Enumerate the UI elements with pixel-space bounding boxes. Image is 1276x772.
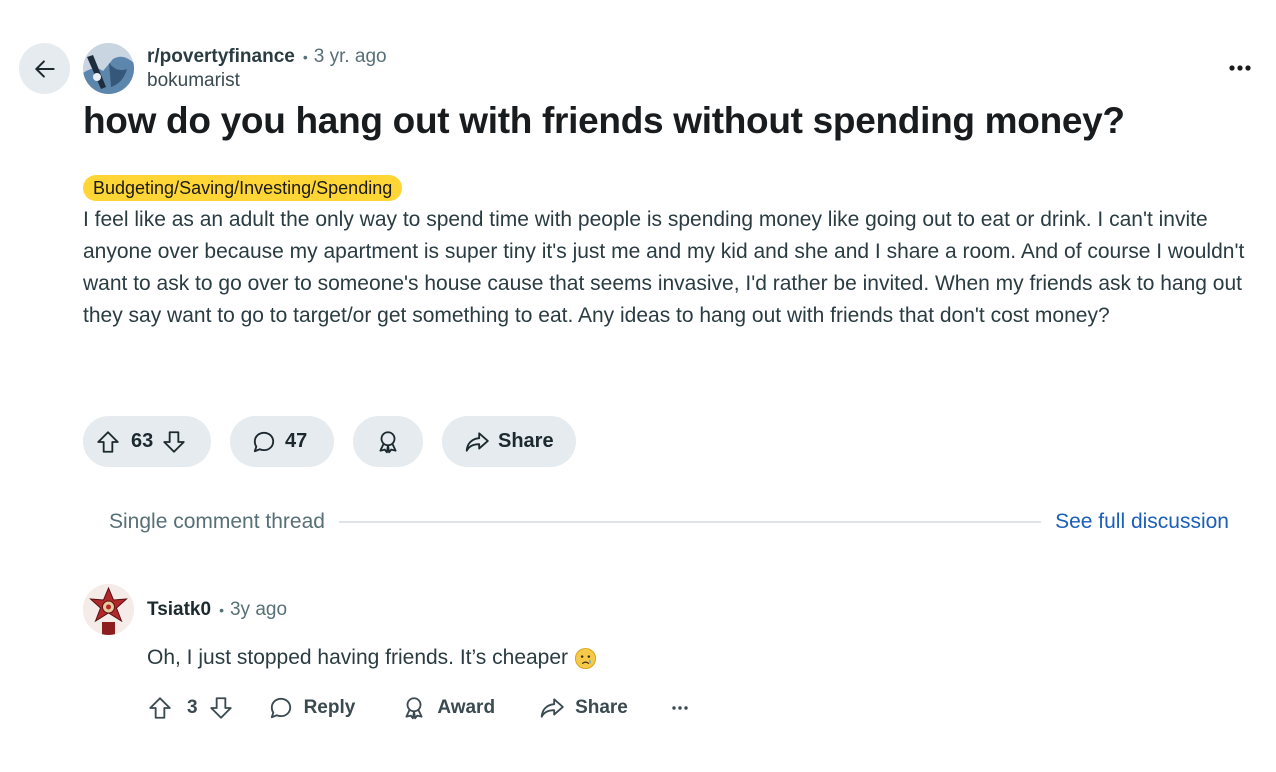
more-horizontal-icon <box>672 706 688 710</box>
thread-divider <box>338 521 1042 523</box>
post-body: I feel like as an adult the only way to … <box>83 208 1245 327</box>
comment-author[interactable]: Tsiatk0 <box>147 599 211 621</box>
post-author[interactable]: bokumarist <box>147 70 240 92</box>
upvote-arrow-icon <box>97 430 119 453</box>
comment-downvote-button[interactable] <box>208 695 234 721</box>
reply-label: Reply <box>303 697 356 718</box>
back-button[interactable] <box>19 43 70 94</box>
award-icon <box>379 430 397 453</box>
comment-bubble-icon <box>270 697 291 719</box>
upvote-arrow-icon <box>149 697 171 719</box>
thread-bar: Single comment thread See full discussio… <box>109 506 1229 538</box>
upvote-button[interactable] <box>95 429 121 455</box>
thread-label: Single comment thread <box>109 510 325 533</box>
comment-bubble-icon <box>253 431 275 452</box>
share-button[interactable]: Share <box>442 416 576 467</box>
commenter-avatar[interactable] <box>83 584 134 635</box>
post-overflow-menu-button[interactable] <box>1222 54 1258 82</box>
post-timestamp: 3 yr. ago <box>313 46 387 67</box>
share-arrow-icon <box>465 431 489 452</box>
comment-timestamp: 3y ago <box>229 599 288 620</box>
comment-upvote-count: 3 <box>187 697 198 718</box>
subreddit-link[interactable]: r/povertyfinance <box>147 46 295 68</box>
downvote-button[interactable] <box>161 429 187 455</box>
post-meta: r/povertyfinance • 3 yr. ago <box>147 45 387 69</box>
comment-upvote-button[interactable] <box>147 695 173 721</box>
comment-overflow-menu-button[interactable] <box>672 706 688 710</box>
meta-separator: • <box>219 602 224 618</box>
comment-actions: 3 Reply Award Share <box>147 690 688 726</box>
share-arrow-icon <box>540 698 564 718</box>
crying-face-emoji-icon <box>574 647 597 669</box>
award-icon <box>405 697 423 720</box>
see-full-discussion-link[interactable]: See full discussion <box>1055 510 1229 534</box>
post-comment-count: 47 <box>285 430 308 452</box>
post-vote-bar: 63 <box>83 416 211 467</box>
meta-separator: • <box>302 49 308 65</box>
downvote-arrow-icon <box>209 697 232 719</box>
reply-button[interactable]: Reply <box>268 695 356 721</box>
award-button[interactable] <box>353 416 423 467</box>
post-flair[interactable]: Budgeting/Saving/Investing/Spending <box>83 175 403 201</box>
downvote-arrow-icon <box>163 430 185 453</box>
arrow-left-icon <box>34 59 55 78</box>
comment-meta: Tsiatk0 • 3y ago <box>147 598 287 622</box>
comment-share-button[interactable]: Share <box>539 695 628 721</box>
comment-award-button[interactable]: Award <box>401 695 495 721</box>
comment-share-label: Share <box>575 697 628 718</box>
comments-button[interactable]: 47 <box>230 416 334 467</box>
post-title: how do you hang out with friends without… <box>83 100 1125 141</box>
comment-body: Oh, I just stopped having friends. It’s … <box>147 646 597 670</box>
more-horizontal-icon <box>1229 65 1251 71</box>
post-upvote-count: 63 <box>131 430 154 452</box>
subreddit-avatar[interactable] <box>83 43 134 94</box>
award-label: Award <box>437 697 496 718</box>
share-label: Share <box>498 430 554 452</box>
comment-text: Oh, I just stopped having friends. It’s … <box>147 646 569 669</box>
